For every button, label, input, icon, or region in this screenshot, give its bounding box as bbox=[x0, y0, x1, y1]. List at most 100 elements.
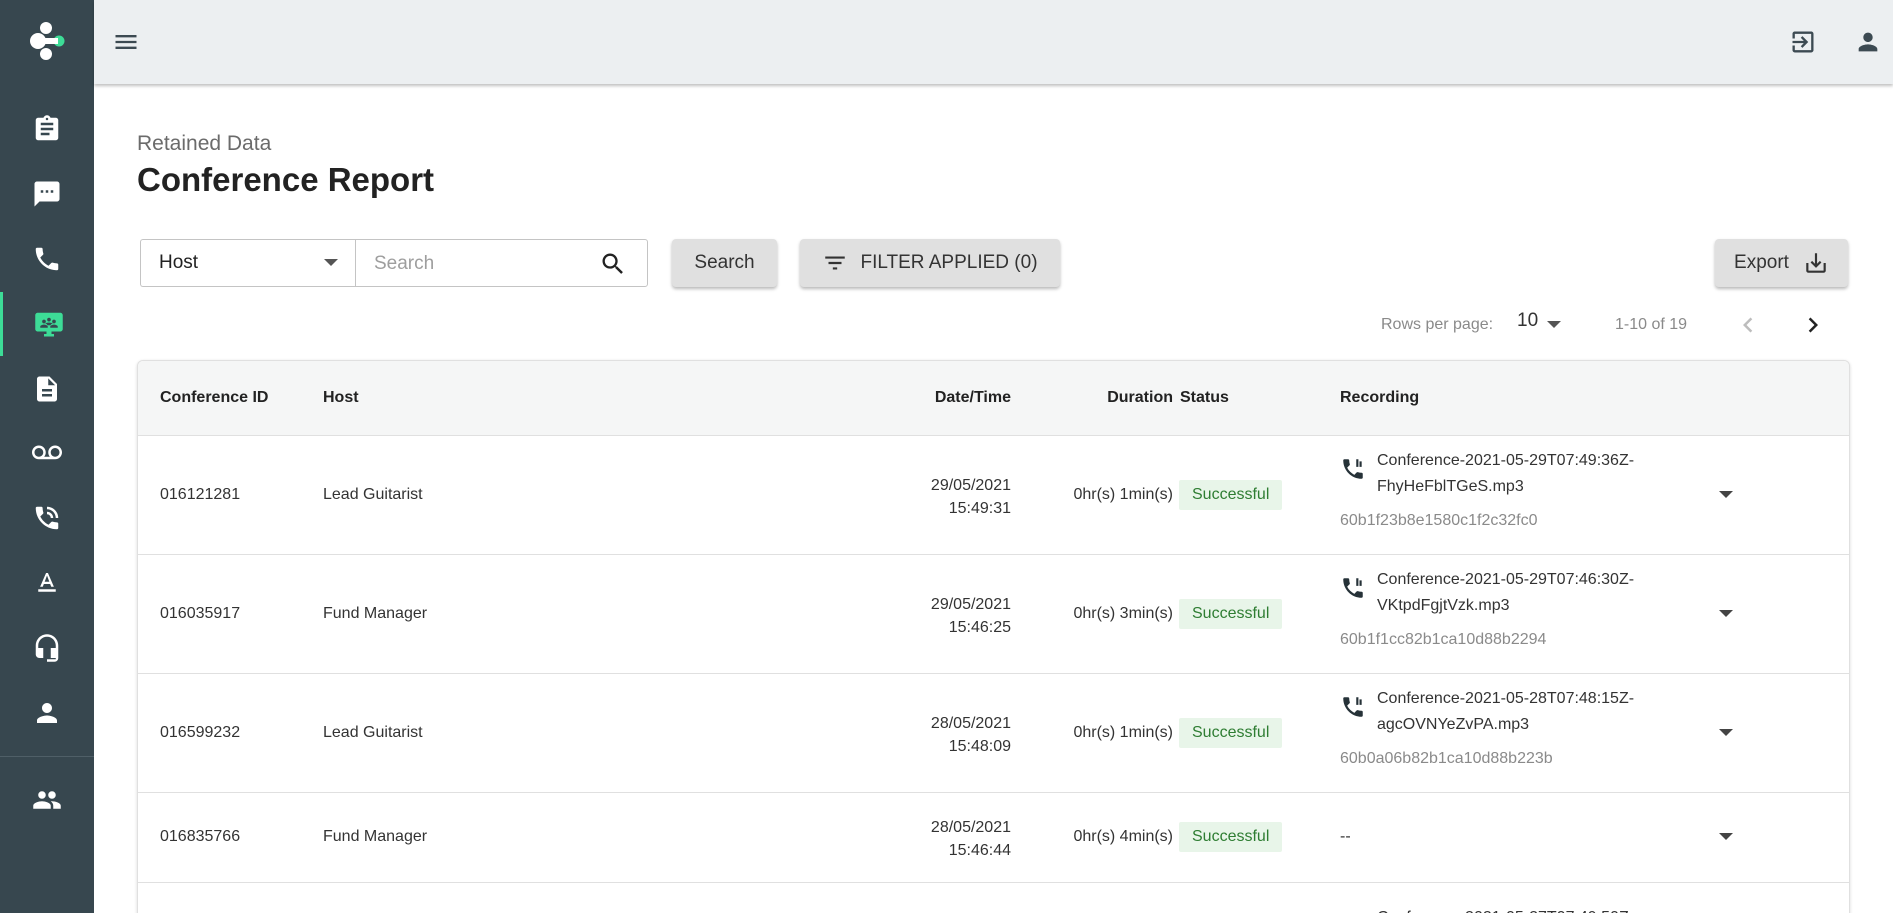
duration-cell: 0hr(s) 1min(s) bbox=[1073, 486, 1173, 503]
people-icon bbox=[33, 791, 61, 809]
recording-filename[interactable]: Conference-2021-05-29T07:46:30Z-VKtpdFgj… bbox=[1377, 567, 1677, 619]
filter-button[interactable]: FILTER APPLIED (0) bbox=[800, 239, 1060, 287]
nav-item-phone[interactable] bbox=[0, 227, 94, 291]
expand-row-button[interactable] bbox=[1712, 823, 1740, 851]
expand-row-button[interactable] bbox=[1712, 600, 1740, 628]
status-badge: Successful bbox=[1179, 480, 1283, 510]
conference-id-cell: 016835766 bbox=[160, 828, 241, 845]
next-page-button[interactable] bbox=[1796, 308, 1830, 342]
headset-icon bbox=[35, 634, 59, 662]
table-row[interactable]: Conference-2021-05-27T07:49:50Z- bbox=[138, 883, 1849, 913]
nav-item-clipboard[interactable] bbox=[0, 97, 94, 161]
person-icon bbox=[37, 703, 57, 723]
chevron-down-icon bbox=[1547, 321, 1561, 328]
nav-item-chat[interactable] bbox=[0, 162, 94, 226]
table-row[interactable]: 016121281 Lead Guitarist 29/05/2021 15:4… bbox=[138, 436, 1849, 555]
app-logo[interactable] bbox=[24, 18, 70, 64]
search-field-value: Host bbox=[159, 252, 199, 273]
search-container bbox=[355, 239, 648, 287]
sidebar bbox=[0, 0, 94, 913]
date-text: 29/05/2021 bbox=[930, 477, 1011, 494]
phone-icon bbox=[35, 247, 59, 271]
search-field-select[interactable]: Host bbox=[140, 239, 356, 287]
phone-forward-icon bbox=[35, 506, 59, 530]
host-cell: Lead Guitarist bbox=[323, 486, 423, 503]
host-cell: Fund Manager bbox=[323, 605, 428, 622]
download-icon bbox=[1806, 253, 1826, 273]
recording-id: 60b1f23b8e1580c1f2c32fc0 bbox=[1340, 512, 1538, 529]
nav-item-people[interactable] bbox=[0, 768, 94, 832]
chevron-down-icon bbox=[324, 259, 338, 266]
datetime-cell: 28/05/2021 15:48:09 bbox=[891, 712, 1011, 758]
top-bar bbox=[94, 0, 1893, 84]
call-recording-icon bbox=[1340, 575, 1366, 601]
nav-item-headset[interactable] bbox=[0, 616, 94, 680]
duration-cell: 0hr(s) 4min(s) bbox=[1073, 828, 1173, 845]
account-icon bbox=[1858, 32, 1878, 52]
conference-table: Conference ID Host Date/Time Duration St… bbox=[137, 360, 1850, 913]
chat-icon bbox=[34, 181, 60, 207]
column-header-status[interactable]: Status bbox=[1180, 389, 1229, 407]
sidebar-divider bbox=[0, 756, 94, 757]
filter-icon bbox=[825, 256, 846, 270]
call-recording-icon bbox=[1340, 456, 1366, 482]
conference-id-cell: 016599232 bbox=[160, 724, 241, 741]
table-row[interactable]: 016035917 Fund Manager 29/05/2021 15:46:… bbox=[138, 555, 1849, 674]
column-header-host[interactable]: Host bbox=[323, 389, 359, 407]
pagination-range: 1-10 of 19 bbox=[1615, 316, 1688, 333]
table-header: Conference ID Host Date/Time Duration St… bbox=[138, 361, 1849, 436]
search-icon[interactable] bbox=[599, 250, 627, 278]
expand-row-button[interactable] bbox=[1712, 481, 1740, 509]
recording-filename[interactable]: Conference-2021-05-29T07:49:36Z-FhyHeFbl… bbox=[1377, 448, 1677, 500]
date-text: 29/05/2021 bbox=[930, 596, 1011, 613]
host-cell: Lead Guitarist bbox=[323, 724, 423, 741]
call-recording-icon bbox=[1340, 694, 1366, 720]
logout-button[interactable] bbox=[1783, 22, 1823, 62]
nav-item-conference[interactable] bbox=[0, 292, 94, 356]
status-badge: Successful bbox=[1179, 718, 1283, 748]
table-row[interactable]: 016599232 Lead Guitarist 28/05/2021 15:4… bbox=[138, 674, 1849, 793]
search-input[interactable] bbox=[374, 250, 594, 278]
rows-per-page-select[interactable]: 10 bbox=[1517, 310, 1571, 338]
status-badge: Successful bbox=[1179, 599, 1283, 629]
document-icon bbox=[37, 376, 57, 402]
nav-item-person[interactable] bbox=[0, 681, 94, 745]
nav-item-voicemail[interactable] bbox=[0, 421, 94, 485]
menu-button[interactable] bbox=[106, 22, 146, 62]
account-button[interactable] bbox=[1848, 22, 1888, 62]
previous-page-button[interactable] bbox=[1731, 308, 1765, 342]
search-button[interactable]: Search bbox=[672, 239, 777, 287]
recording-filename[interactable]: Conference-2021-05-28T07:48:15Z-agcOVNYe… bbox=[1377, 686, 1677, 738]
search-button-label: Search bbox=[694, 252, 755, 273]
status-badge: Successful bbox=[1179, 822, 1283, 852]
table-row[interactable]: 016835766 Fund Manager 28/05/2021 15:46:… bbox=[138, 793, 1849, 883]
time-text: 15:48:09 bbox=[948, 738, 1011, 755]
export-button[interactable]: Export bbox=[1715, 239, 1848, 287]
nav-item-text-format[interactable] bbox=[0, 551, 94, 615]
conference-icon bbox=[34, 312, 63, 337]
time-text: 15:46:25 bbox=[948, 619, 1011, 636]
host-cell: Fund Manager bbox=[323, 828, 428, 845]
datetime-cell: 29/05/2021 15:49:31 bbox=[891, 474, 1011, 520]
time-text: 15:49:31 bbox=[948, 500, 1011, 517]
rows-per-page-value: 10 bbox=[1517, 310, 1539, 331]
export-button-label: Export bbox=[1734, 252, 1789, 273]
filter-button-label: FILTER APPLIED (0) bbox=[860, 252, 1038, 273]
datetime-cell: 28/05/2021 15:46:44 bbox=[891, 816, 1011, 862]
rows-per-page-label: Rows per page: bbox=[1381, 316, 1494, 333]
column-header-recording[interactable]: Recording bbox=[1340, 389, 1419, 407]
date-text: 28/05/2021 bbox=[930, 715, 1011, 732]
time-text: 15:46:44 bbox=[948, 842, 1011, 859]
column-header-conference-id[interactable]: Conference ID bbox=[160, 389, 268, 407]
expand-row-button[interactable] bbox=[1712, 719, 1740, 747]
recording-filename[interactable]: Conference-2021-05-27T07:49:50Z- bbox=[1377, 905, 1677, 913]
hamburger-menu-icon bbox=[115, 35, 137, 49]
datetime-cell: 29/05/2021 15:46:25 bbox=[891, 593, 1011, 639]
nav-item-phone-forward[interactable] bbox=[0, 486, 94, 550]
logout-icon bbox=[1792, 31, 1814, 53]
conference-id-cell: 016121281 bbox=[160, 486, 241, 503]
column-header-datetime[interactable]: Date/Time bbox=[895, 389, 1011, 407]
nav-item-document[interactable] bbox=[0, 357, 94, 421]
date-text: 28/05/2021 bbox=[930, 819, 1011, 836]
column-header-duration[interactable]: Duration bbox=[1054, 389, 1173, 407]
